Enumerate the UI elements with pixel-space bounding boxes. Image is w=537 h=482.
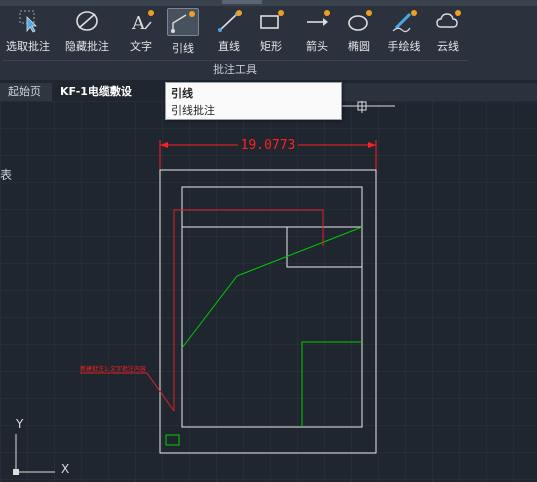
hide-circle-slash-icon [73,8,101,34]
left-edge-glyph: 表 [0,168,13,182]
ribbon-tab-hint[interactable] [222,0,262,4]
drawing-canvas[interactable]: 19.0773 新建批注1:文字批注内容 Y X 表 [0,101,537,482]
ribbon: 选取批注 隐藏批注 A 文字 引线 直线 矩形 箭头 椭圆 手绘线 云线 批注工… [0,0,537,80]
select-annotation-button[interactable]: 选取批注 [4,8,52,58]
grid-background [0,101,537,482]
tool-label: 引线 [172,42,194,55]
panel-title: 批注工具 [213,63,257,76]
tool-label: 矩形 [260,40,282,53]
cloud-annotation-button[interactable]: 云线 [434,8,462,58]
axis-y-label: Y [15,417,24,431]
cloud-icon [434,8,462,34]
svg-text:A: A [131,13,146,34]
line-annotation-button[interactable]: 直线 [212,8,246,58]
leader-text: 新建批注1:文字批注内容 [80,365,146,373]
straight-line-icon [215,8,243,34]
arrow-annotation-button[interactable]: 箭头 [302,8,332,58]
leader-tooltip: 引线 引线批注 [165,82,342,120]
tool-label: 椭圆 [348,40,370,53]
tool-label: 文字 [130,40,152,53]
tooltip-title: 引线 [171,87,193,100]
ellipse-annotation-button[interactable]: 椭圆 [344,8,374,58]
tool-label: 直线 [218,40,240,53]
arrow-icon [303,8,331,34]
select-cursor-icon [14,8,42,34]
ellipse-icon [345,8,373,34]
tool-label: 手绘线 [387,40,421,53]
tool-label: 选取批注 [6,40,50,53]
freehand-pen-icon [390,8,418,34]
leader-line-icon [167,8,199,36]
tool-label: 云线 [437,40,459,53]
tooltip-description: 引线批注 [171,104,215,117]
text-a-icon: A [127,8,155,34]
freehand-annotation-button[interactable]: 手绘线 [386,8,422,58]
leader-annotation-button[interactable]: 引线 [166,8,200,58]
drawing-svg: 19.0773 新建批注1:文字批注内容 Y X [0,101,537,482]
tool-label: 隐藏批注 [65,40,109,53]
tool-label: 箭头 [306,40,328,53]
hide-annotation-button[interactable]: 隐藏批注 [62,8,112,58]
ribbon-title-strip [0,0,537,6]
axis-x-label: X [61,462,69,476]
rectangle-icon [257,8,285,34]
dimension-text: 19.0773 [241,138,296,153]
rectangle-annotation-button[interactable]: 矩形 [256,8,286,58]
text-annotation-button[interactable]: A 文字 [124,8,158,58]
tab-drawing-file[interactable]: KF-1电缆敷设图.dwg [52,83,172,116]
